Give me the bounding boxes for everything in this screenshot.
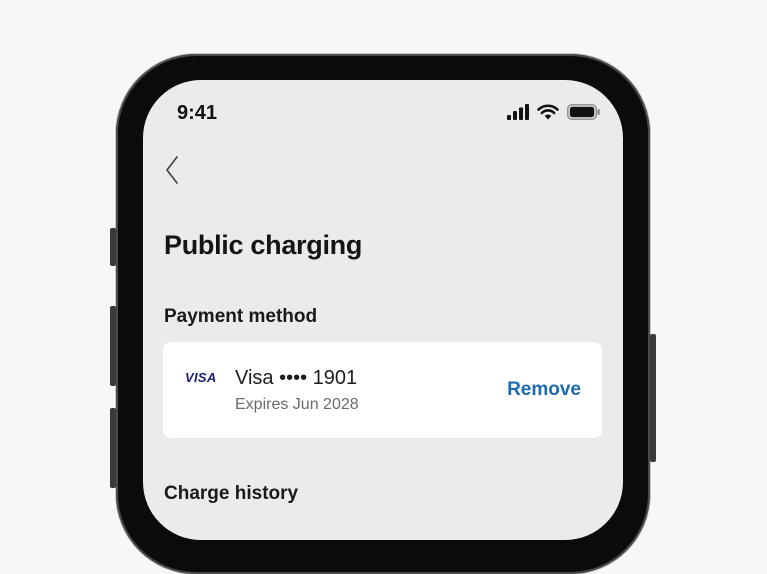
status-icons (507, 104, 601, 120)
wifi-icon (537, 104, 559, 120)
card-expiry: Expires Jun 2028 (235, 396, 359, 413)
card-name: Visa •••• 1901 (235, 367, 358, 389)
back-button[interactable] (161, 154, 187, 186)
volume-up-button (110, 306, 116, 386)
phone-screen: 9:41 Public charging Payment method VISA… (143, 80, 623, 540)
chevron-left-icon (161, 156, 187, 190)
volume-down-button (110, 408, 116, 488)
visa-logo: VISA (185, 370, 217, 385)
battery-icon (567, 104, 601, 120)
remove-card-button[interactable]: Remove (507, 379, 581, 401)
page-title: Public charging (164, 230, 363, 260)
status-time: 9:41 (177, 102, 218, 124)
power-button (650, 334, 656, 462)
payment-card: VISA Visa •••• 1901 Expires Jun 2028 Rem… (163, 342, 602, 438)
mute-switch (110, 228, 116, 266)
cellular-signal-icon (507, 104, 529, 120)
payment-method-heading: Payment method (164, 306, 318, 327)
charge-history-heading: Charge history (164, 483, 299, 504)
